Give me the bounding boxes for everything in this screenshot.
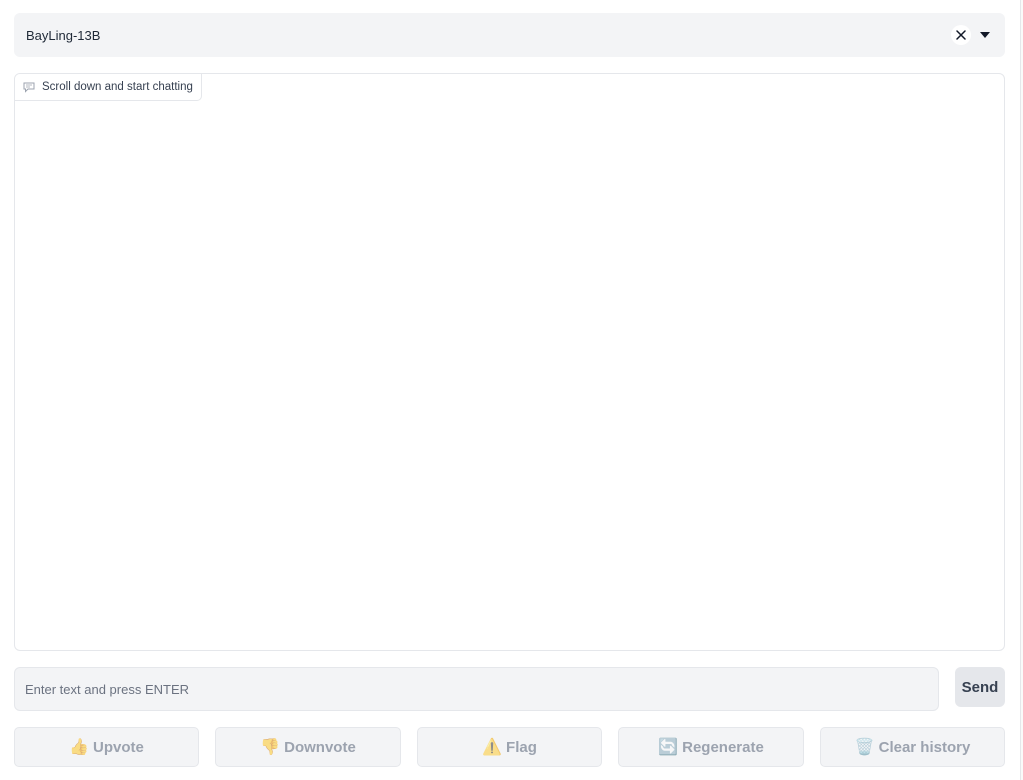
model-selector-value: BayLing-13B [26,27,101,43]
message-input[interactable] [14,667,939,711]
thumbs-down-icon: 👎 [260,739,281,756]
regenerate-button[interactable]: 🔄 Regenerate [618,727,804,767]
chatbot-label-text: Scroll down and start chatting [42,81,193,93]
chatbot-label: Scroll down and start chatting [15,74,202,101]
downvote-button[interactable]: 👎 Downvote [215,727,401,767]
action-buttons-row: 👍 Upvote 👎 Downvote ⚠️ Flag 🔄 Regenerate… [14,727,1005,767]
downvote-label: Downvote [284,738,356,756]
caret-down-icon[interactable] [977,27,993,43]
chat-bubble-icon [23,81,35,93]
close-icon[interactable] [951,25,971,45]
clear-history-label: Clear history [878,738,971,756]
refresh-icon: 🔄 [658,739,679,756]
message-input-row: Send [14,667,1005,711]
flag-button[interactable]: ⚠️ Flag [417,727,602,767]
warning-icon: ⚠️ [482,739,503,756]
trash-icon: 🗑️ [854,739,875,756]
app-page: BayLing-13B Scroll down and start chatti… [0,0,1023,780]
upvote-label: Upvote [93,738,144,756]
flag-label: Flag [506,738,537,756]
regenerate-label: Regenerate [682,738,764,756]
model-selector[interactable]: BayLing-13B [14,13,1005,57]
clear-history-button[interactable]: 🗑️ Clear history [820,727,1005,767]
send-button[interactable]: Send [955,667,1005,707]
chat-window[interactable]: Scroll down and start chatting [14,73,1005,651]
thumbs-up-icon: 👍 [69,739,90,756]
upvote-button[interactable]: 👍 Upvote [14,727,199,767]
